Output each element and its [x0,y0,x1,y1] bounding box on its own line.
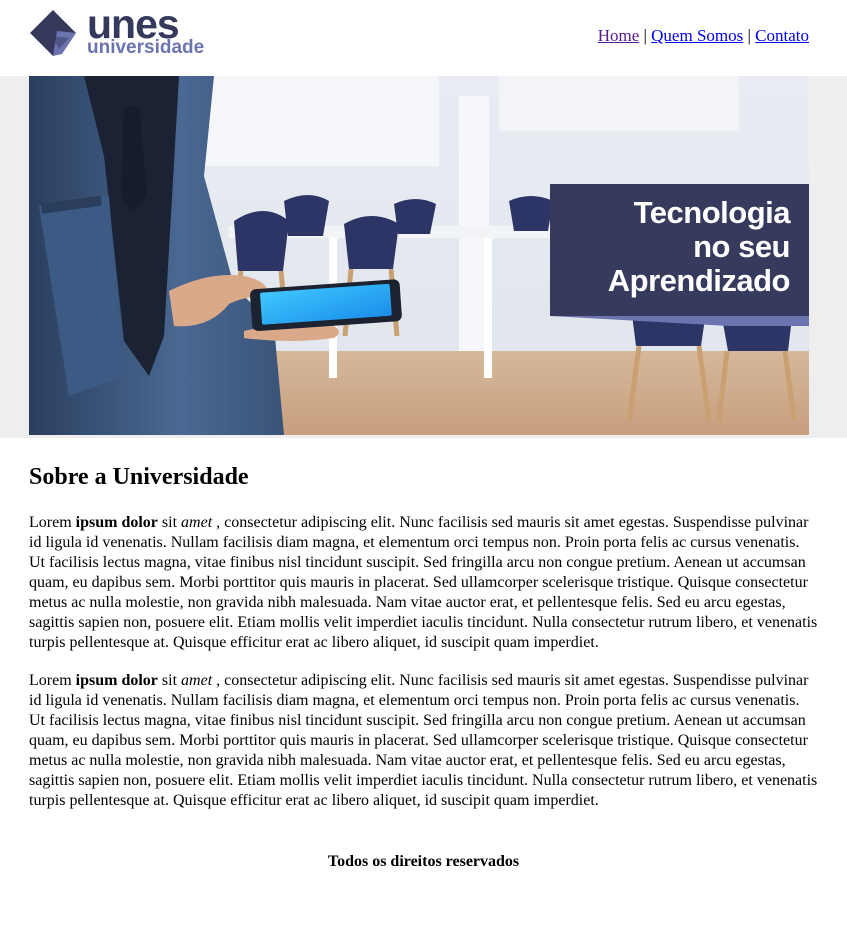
paragraph-italic: amet [181,514,213,531]
paragraph-bold: ipsum dolor [75,514,158,531]
hero-banner-band: Tecnologia no seu Aprendizado [0,76,847,438]
site-footer: Todos os direitos reservados [0,853,847,871]
paragraph-mid: sit [157,514,182,531]
logo-subtitle: universidade [87,37,205,58]
site-header: unes universidade Home | Quem Somos | Co… [0,0,847,76]
paragraph-body: , consectetur adipiscing elit. Nunc faci… [29,514,818,651]
paragraph-body: , consectetur adipiscing elit. Nunc faci… [29,672,818,809]
nav-separator: | [747,26,751,45]
main-content: Sobre a Universidade Lorem ipsum dolor s… [0,464,847,811]
paragraph-mid: sit [157,672,182,689]
paragraph-lead: Lorem [29,514,76,531]
paragraph-bold: ipsum dolor [75,672,158,689]
tagline-line: Aprendizado [607,263,791,298]
main-nav: Home | Quem Somos | Contato [598,26,809,46]
nav-separator: | [643,26,647,45]
page-title: Sobre a Universidade [29,464,249,490]
about-paragraph: Lorem ipsum dolor sit amet , consectetur… [29,513,818,653]
paragraph-lead: Lorem [29,672,76,689]
paragraph-italic: amet [181,672,213,689]
unes-logo[interactable]: unes universidade [29,1,219,61]
nav-link-quem-somos[interactable]: Quem Somos [651,26,743,45]
about-paragraph: Lorem ipsum dolor sit amet , consectetur… [29,671,818,811]
banner-tagline: Tecnologia no seu Aprendizado [550,184,809,316]
nav-link-home[interactable]: Home [598,26,640,45]
tagline-line: Tecnologia [633,195,791,230]
logo-diamond-icon [30,10,76,56]
tagline-line: no seu [693,229,790,264]
nav-link-contato[interactable]: Contato [755,26,809,45]
footer-text: Todos os direitos reservados [327,853,520,870]
hero-banner: Tecnologia no seu Aprendizado [29,76,809,435]
